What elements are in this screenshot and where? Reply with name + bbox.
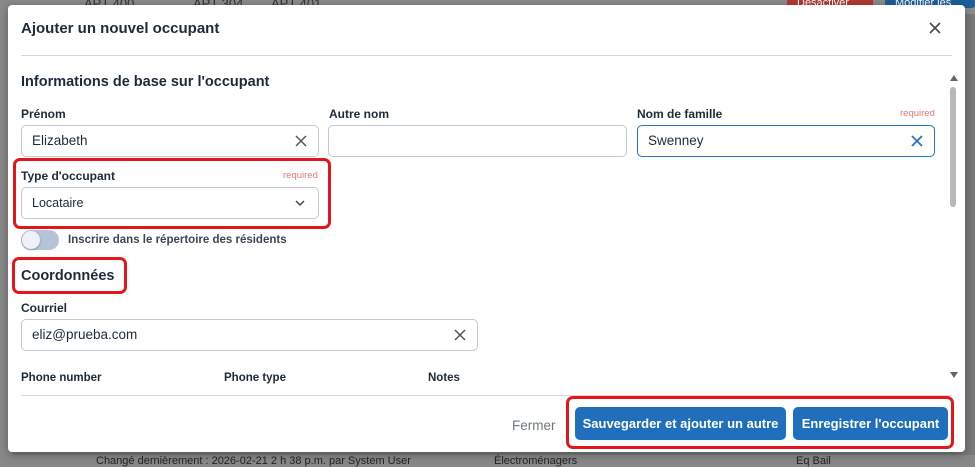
- footer-divider: [21, 395, 952, 396]
- email-value: eliz@prueba.com: [32, 327, 138, 342]
- save-occupant-button[interactable]: Enregistrer l'occupant: [793, 407, 948, 440]
- clear-icon[interactable]: [453, 328, 467, 342]
- close-button[interactable]: Fermer: [512, 418, 556, 433]
- last-name-value: Swenney: [648, 133, 704, 148]
- scroll-up-icon[interactable]: [950, 75, 958, 81]
- scroll-down-icon[interactable]: [950, 372, 958, 378]
- section-title-basic-info: Informations de base sur l'occupant: [21, 74, 270, 90]
- last-name-required: required: [900, 108, 935, 119]
- close-icon[interactable]: [926, 19, 944, 37]
- clear-icon[interactable]: [910, 134, 924, 148]
- occupant-type-label: Type d'occupant: [21, 169, 115, 183]
- background-footer: Changé dernièrement : 2026-02-21 2 h 38 …: [0, 455, 975, 467]
- resident-directory-label: Inscrire dans le répertoire des résident…: [68, 234, 287, 246]
- phone-number-header: Phone number: [21, 372, 102, 384]
- other-name-label: Autre nom: [329, 107, 389, 121]
- first-name-input[interactable]: Elizabeth: [21, 125, 319, 157]
- background-text: Électroménagers: [494, 455, 578, 467]
- toggle-knob: [22, 231, 40, 249]
- header-divider: [21, 55, 952, 56]
- notes-header: Notes: [428, 372, 460, 384]
- phone-type-header: Phone type: [224, 372, 286, 384]
- occupant-type-value: Locataire: [32, 196, 84, 210]
- email-field[interactable]: eliz@prueba.com: [21, 319, 478, 351]
- last-name-input[interactable]: Swenney: [637, 125, 935, 157]
- add-occupant-modal: Ajouter un nouvel occupant Informations …: [8, 5, 965, 452]
- background-text: Eq Bail: [796, 455, 831, 467]
- occupant-type-select[interactable]: Locataire: [21, 187, 319, 219]
- scrollbar-thumb[interactable]: [950, 87, 956, 207]
- email-label: Courriel: [21, 301, 68, 315]
- section-title-contact: Coordonnées: [21, 268, 115, 284]
- background-text: Changé dernièrement : 2026-02-21 2 h 38 …: [96, 455, 411, 467]
- occupant-type-required: required: [283, 170, 318, 181]
- save-and-add-another-button[interactable]: Sauvegarder et ajouter un autre: [575, 407, 786, 440]
- first-name-value: Elizabeth: [32, 133, 88, 148]
- clear-icon[interactable]: [294, 134, 308, 148]
- first-name-label: Prénom: [21, 107, 66, 121]
- last-name-label: Nom de famille: [637, 107, 723, 121]
- resident-directory-toggle[interactable]: [21, 230, 59, 250]
- other-name-input[interactable]: [328, 125, 627, 157]
- chevron-down-icon: [294, 197, 306, 209]
- modal-title: Ajouter un nouvel occupant: [21, 20, 220, 37]
